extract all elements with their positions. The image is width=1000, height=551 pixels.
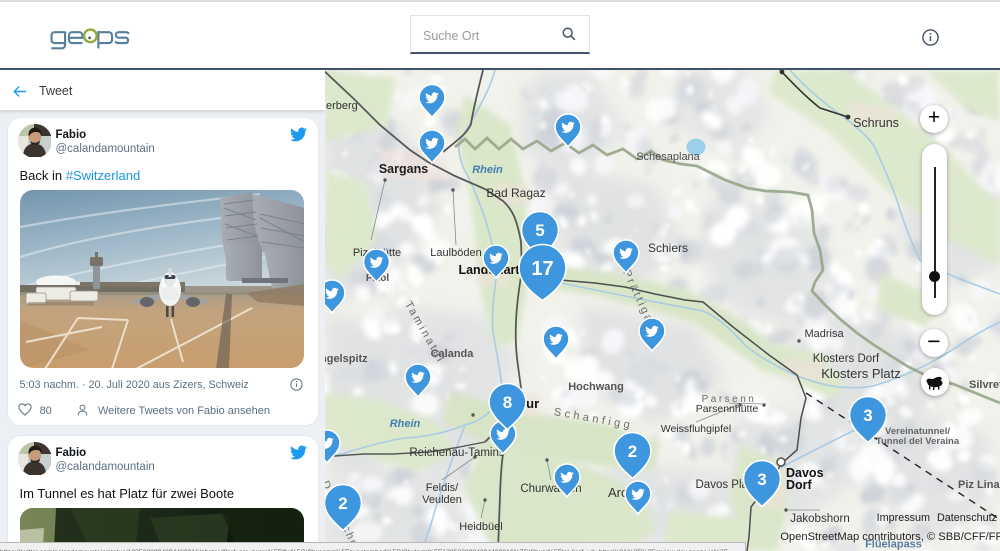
svg-text:3: 3	[757, 470, 766, 489]
svg-text:Heidbüel: Heidbüel	[459, 521, 502, 533]
svg-text:Veulden: Veulden	[422, 494, 462, 506]
svg-text:2: 2	[338, 494, 347, 513]
svg-text:Schesaplana: Schesaplana	[636, 151, 700, 163]
svg-text:Impressum: Impressum	[877, 512, 930, 524]
svg-text:Sargans: Sargans	[379, 162, 428, 176]
svg-text:Rhein: Rhein	[390, 418, 421, 430]
svg-text:Schruns: Schruns	[853, 116, 899, 130]
svg-text:5: 5	[535, 221, 544, 240]
svg-text:3: 3	[863, 406, 872, 425]
svg-text:Schiers: Schiers	[648, 241, 688, 255]
svg-text:Hochwang: Hochwang	[568, 381, 624, 393]
svg-text:erberg: erberg	[326, 100, 358, 112]
svg-text:Bad Ragaz: Bad Ragaz	[486, 186, 545, 200]
svg-text:17: 17	[531, 258, 553, 280]
svg-text:Reichenau-Tamins: Reichenau-Tamins	[409, 447, 504, 459]
svg-text:Madrisa: Madrisa	[804, 328, 844, 340]
svg-text:Feldis/: Feldis/	[426, 482, 459, 494]
svg-text:Piz Linard: Piz Linard	[958, 479, 1000, 491]
svg-text:Flüelapass: Flüelapass	[865, 539, 922, 551]
svg-text:Jakobshorn: Jakobshorn	[790, 513, 849, 525]
svg-text:Laulböden: Laulböden	[430, 247, 481, 259]
svg-text:Silvretta: Silvretta	[969, 379, 1000, 391]
svg-text:Dorf: Dorf	[786, 478, 813, 492]
svg-text:Ringelspitz: Ringelspitz	[325, 353, 368, 365]
svg-text:Klosters Dorf: Klosters Dorf	[813, 353, 880, 365]
svg-text:Rhein: Rhein	[472, 164, 503, 176]
svg-text:8: 8	[503, 393, 512, 412]
svg-text:Tunnel del Veraina: Tunnel del Veraina	[876, 436, 960, 447]
svg-text:Klosters Platz: Klosters Platz	[821, 366, 900, 381]
svg-text:2: 2	[628, 442, 637, 461]
svg-text:Datenschutz: Datenschutz	[937, 512, 997, 524]
svg-text:Parsennhütte: Parsennhütte	[696, 403, 759, 415]
svg-text:Weissfluhgipfel: Weissfluhgipfel	[661, 423, 731, 435]
